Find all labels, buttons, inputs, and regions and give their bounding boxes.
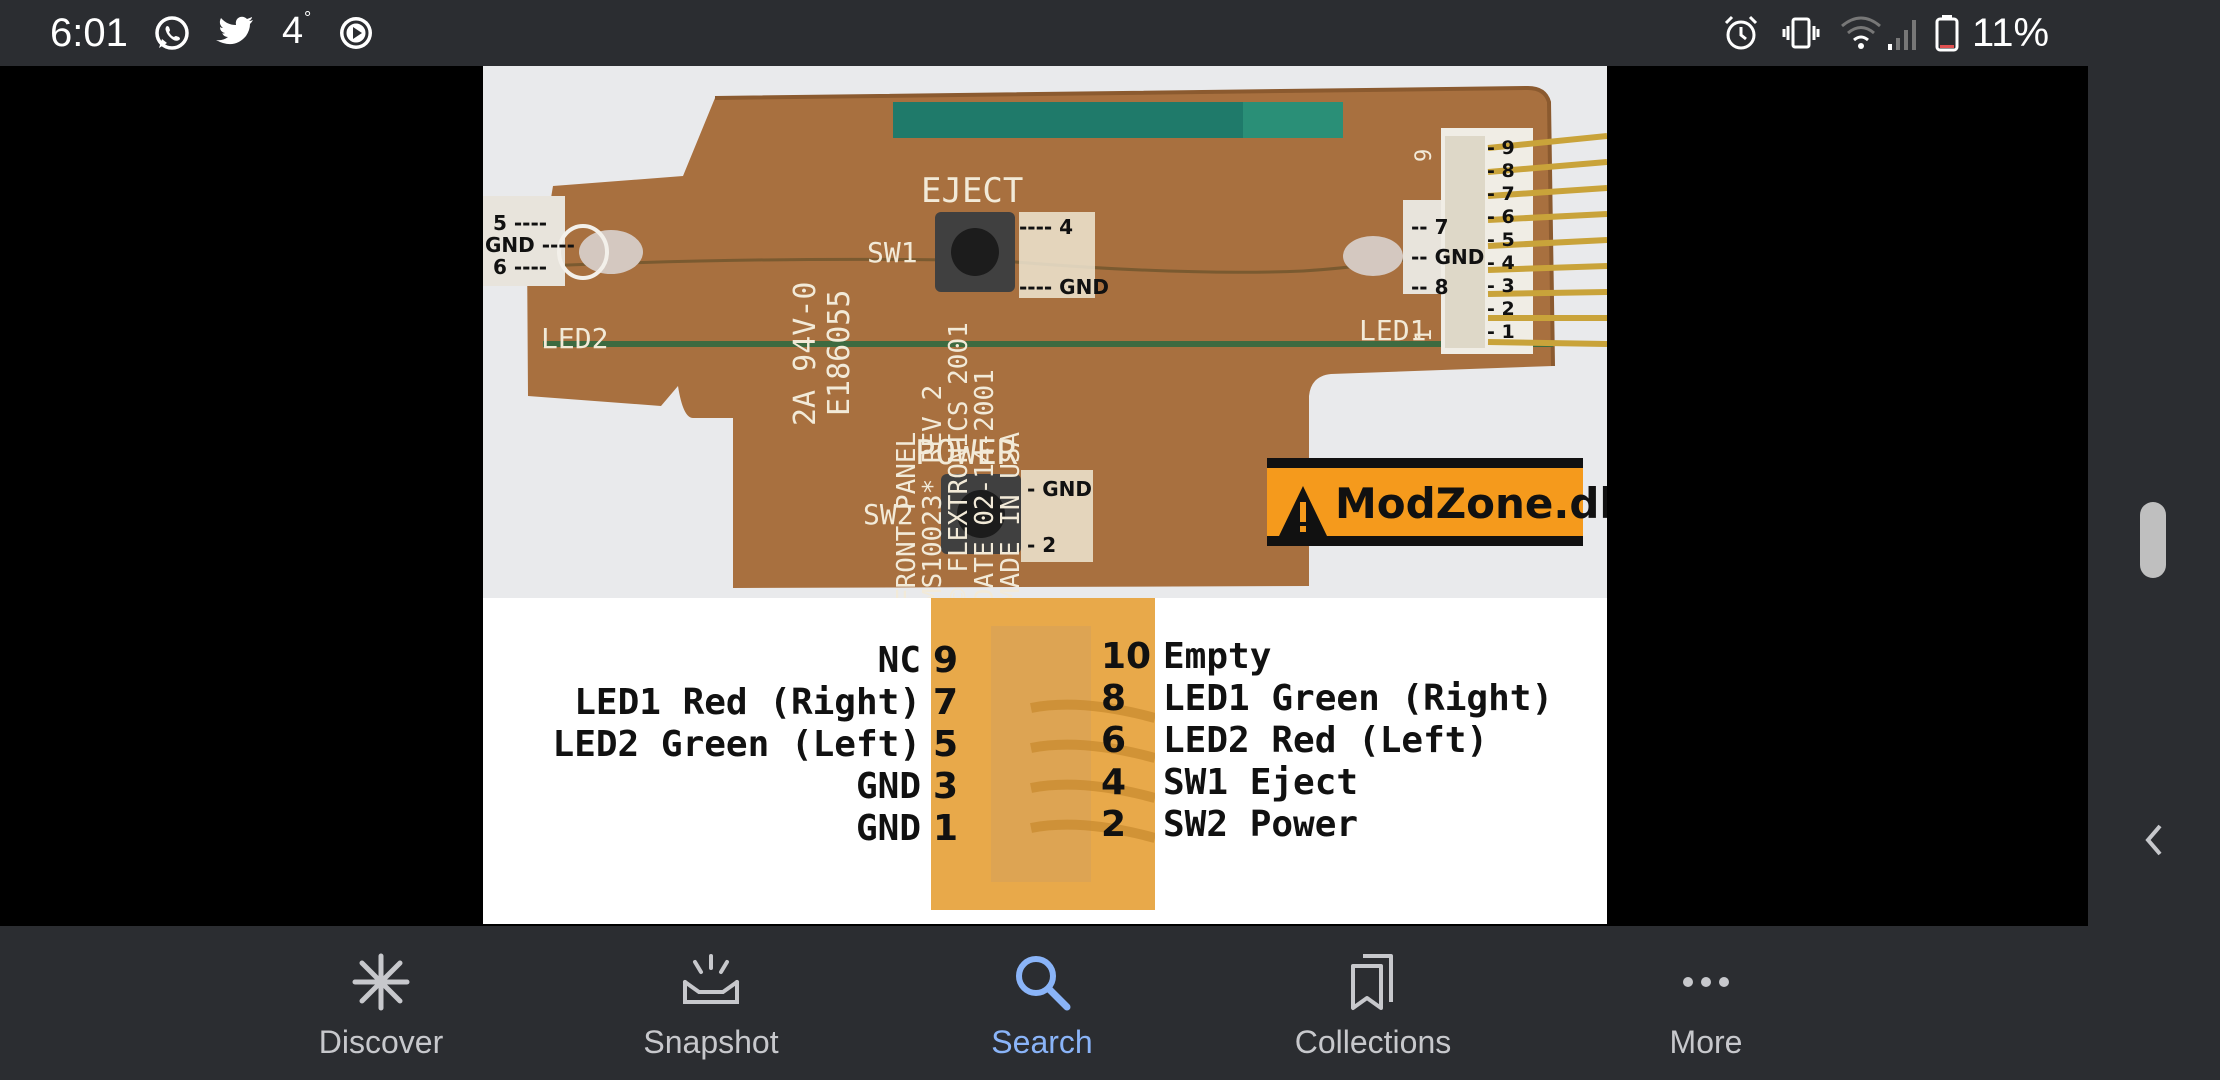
eject-label: EJECT bbox=[921, 171, 1023, 211]
pinout-left-label: LED1 Red (Right) bbox=[574, 682, 921, 723]
nav-more[interactable]: More bbox=[1596, 926, 1816, 1080]
pcb-board: EJECT POWER SW1 SW2 LED2 LED1 2A 94V-0 E… bbox=[483, 85, 1607, 604]
twitter-icon bbox=[216, 16, 253, 45]
discover-icon bbox=[352, 953, 410, 1011]
pcb-code-1: 2A 94V-0 bbox=[788, 282, 823, 427]
chevron-left-icon[interactable] bbox=[2138, 818, 2168, 862]
nav-snapshot-label: Snapshot bbox=[643, 1024, 779, 1060]
led2-pin-label: 5 ---- bbox=[493, 211, 547, 235]
connector-mark-bottom: 1 bbox=[1412, 329, 1437, 342]
nav-discover[interactable]: Discover bbox=[271, 926, 491, 1080]
pinout-left-number: 3 bbox=[933, 766, 959, 807]
pcb-code-2: E186055 bbox=[822, 290, 857, 416]
nav-search[interactable]: Search bbox=[932, 926, 1152, 1080]
pinout-left-label: GND bbox=[855, 808, 921, 849]
status-bar: 6:01 4 ° 11% bbox=[0, 0, 2088, 66]
snapshot-icon bbox=[683, 954, 739, 1004]
connector-pin-label: - 1 bbox=[1487, 321, 1515, 343]
nav-search-label: Search bbox=[991, 1024, 1093, 1060]
nav-collections-label: Collections bbox=[1294, 1024, 1452, 1060]
pinout-left-label: GND bbox=[855, 766, 921, 807]
pinout-right-label: LED1 Green (Right) bbox=[1163, 678, 1554, 719]
signal-icon bbox=[1888, 20, 1916, 50]
pinout-left-label: NC bbox=[877, 640, 921, 681]
pinout-diagram: NC 9 LED1 Red (Right) 7 LED2 Green (Left) 5 GN… bbox=[483, 598, 1607, 924]
collections-icon bbox=[1351, 954, 1393, 1010]
pinout-right-number: 6 bbox=[1101, 720, 1127, 761]
whatsapp-icon bbox=[155, 16, 189, 50]
connector-pin-label: - 5 bbox=[1487, 229, 1515, 251]
led1-pin-label: -- 7 bbox=[1411, 215, 1448, 239]
connector-pin-labels: - 9- 8- 7- 6- 5- 4- 3- 2- 1 bbox=[1487, 137, 1515, 343]
status-time: 6:01 bbox=[50, 11, 128, 55]
pinout-right-label: SW2 Power bbox=[1163, 804, 1359, 845]
sw1-pin-label: ---- 4 bbox=[1019, 215, 1073, 239]
led2-pin-label: GND ---- bbox=[485, 233, 575, 257]
more-icon bbox=[1683, 977, 1729, 987]
connector-pin-label: - 6 bbox=[1487, 206, 1515, 228]
pinout-left-number: 5 bbox=[933, 724, 959, 765]
connector-pin-label: - 3 bbox=[1487, 275, 1515, 297]
nav-snapshot[interactable]: Snapshot bbox=[601, 926, 821, 1080]
nav-collections[interactable]: Collections bbox=[1263, 926, 1483, 1080]
led2-pin-label: 6 ---- bbox=[493, 255, 547, 279]
battery-percent: 11% bbox=[1972, 11, 2050, 55]
vibrate-icon bbox=[1782, 17, 1820, 49]
pcb-photo: EJECT POWER SW1 SW2 LED2 LED1 2A 94V-0 E… bbox=[483, 66, 1607, 604]
degree-mark: ° bbox=[304, 8, 312, 28]
pinout-image[interactable]: EJECT POWER SW1 SW2 LED2 LED1 2A 94V-0 E… bbox=[483, 66, 1607, 924]
brand-logo-text: ModZone.dk bbox=[1335, 479, 1607, 528]
pinout-left-label: LED2 Green (Left) bbox=[552, 724, 921, 765]
sw2-pin-label: - GND bbox=[1027, 477, 1092, 501]
led1-pin-label: -- 8 bbox=[1411, 275, 1448, 299]
connector-pin-label: - 4 bbox=[1487, 252, 1515, 274]
battery-icon bbox=[1935, 15, 1959, 52]
connector-pin-label: - 7 bbox=[1487, 183, 1515, 205]
pinout-right-label: Empty bbox=[1163, 636, 1272, 677]
nav-discover-label: Discover bbox=[318, 1024, 444, 1060]
pcb-vertical-line: MADE IN USA bbox=[996, 431, 1026, 598]
pinout-right-number: 8 bbox=[1101, 678, 1127, 719]
pinout-right-label: SW1 Eject bbox=[1163, 762, 1359, 803]
sw1-pin-label: ---- GND bbox=[1019, 275, 1109, 299]
sw2-pin-label: - 2 bbox=[1027, 533, 1056, 557]
bottom-navigation: Discover Snapshot Search Collections Mor… bbox=[0, 926, 2088, 1080]
notification-count: 4 bbox=[282, 10, 304, 52]
connector-mark-top: 9 bbox=[1412, 149, 1437, 162]
pinout-left-number: 7 bbox=[933, 682, 959, 723]
pinout-right-number: 2 bbox=[1101, 804, 1127, 845]
wifi-icon bbox=[1841, 16, 1881, 49]
pinout-right-label: LED2 Red (Left) bbox=[1163, 720, 1489, 761]
scrollbar-thumb[interactable] bbox=[2140, 502, 2166, 578]
pinout-left-number: 9 bbox=[933, 640, 959, 681]
pinout-right-number: 4 bbox=[1101, 762, 1127, 803]
connector-pin-label: - 9 bbox=[1487, 137, 1515, 159]
led2-label: LED2 bbox=[541, 322, 608, 355]
connector-pin-label: - 8 bbox=[1487, 160, 1515, 182]
alarm-icon bbox=[1724, 15, 1758, 50]
play-icon bbox=[340, 17, 372, 49]
pinout-left-number: 1 bbox=[933, 808, 959, 849]
led1-pin-label: -- GND bbox=[1411, 245, 1484, 269]
nav-more-label: More bbox=[1669, 1024, 1743, 1060]
search-icon bbox=[1016, 956, 1071, 1011]
sw1-label: SW1 bbox=[867, 236, 918, 269]
pinout-right-number: 10 bbox=[1101, 636, 1152, 677]
connector-pin-label: - 2 bbox=[1487, 298, 1515, 320]
